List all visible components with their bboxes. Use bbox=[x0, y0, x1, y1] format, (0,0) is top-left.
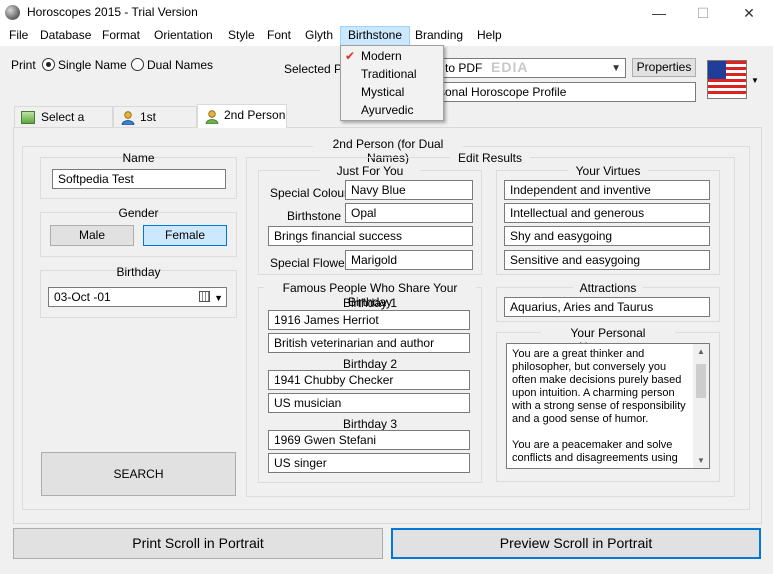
selected-printer-label: Selected Pri bbox=[284, 62, 349, 76]
birthday-label: Birthday bbox=[116, 265, 161, 279]
birthday-3-desc[interactable]: US singer bbox=[268, 453, 470, 473]
virtues-title: Your Virtues bbox=[568, 164, 648, 178]
properties-button[interactable]: Properties bbox=[632, 58, 696, 77]
special-colour-label: Special Colour bbox=[270, 186, 349, 200]
tab-1st-person[interactable]: 1st Person bbox=[113, 106, 197, 144]
scroll-up-icon[interactable]: ▲ bbox=[697, 347, 705, 356]
single-name-label[interactable]: Single Name bbox=[58, 58, 127, 72]
name-label: Name bbox=[122, 151, 155, 165]
menu-help[interactable]: Help bbox=[470, 26, 509, 46]
birthstone-traditional[interactable]: Traditional bbox=[361, 67, 417, 81]
menu-glyth[interactable]: Glyth bbox=[298, 26, 340, 46]
close-icon[interactable]: ✕ bbox=[727, 0, 771, 26]
birthday-value: 03-Oct -01 bbox=[54, 290, 111, 304]
tab-2nd-person[interactable]: 2nd Person bbox=[197, 104, 287, 128]
dual-names-label[interactable]: Dual Names bbox=[147, 58, 213, 72]
menu-database[interactable]: Database bbox=[33, 26, 98, 46]
menu-format[interactable]: Format bbox=[95, 26, 147, 46]
person-icon bbox=[205, 110, 219, 125]
menu-branding[interactable]: Branding bbox=[408, 26, 470, 46]
profile-value: sonal Horoscope Profile bbox=[439, 85, 567, 99]
horoscope-line: often make decisions purely based bbox=[512, 374, 682, 386]
edit-results-title: Edit Results bbox=[450, 151, 530, 165]
horoscope-textarea[interactable]: You are a great thinker and philosopher,… bbox=[506, 343, 710, 469]
birthstone-label: Birthstone bbox=[287, 209, 342, 223]
birthday-1-label: Birthday 1 bbox=[342, 296, 398, 310]
horoscope-scrollbar[interactable]: ▲ ▼ bbox=[693, 344, 709, 468]
birthstone-input[interactable]: Opal bbox=[345, 203, 473, 223]
menu-orientation[interactable]: Orientation bbox=[147, 26, 220, 46]
horoscope-line: philosopher, but conversely you bbox=[512, 361, 667, 373]
tab-select-style[interactable]: Select a Style bbox=[14, 106, 113, 144]
horoscope-line: You are a great thinker and bbox=[512, 348, 645, 360]
birthday-1-name[interactable]: 1916 James Herriot bbox=[268, 310, 470, 330]
birthday-2-label: Birthday 2 bbox=[342, 357, 398, 371]
male-button[interactable]: Male bbox=[50, 225, 134, 246]
birthday-2-desc[interactable]: US musician bbox=[268, 393, 470, 413]
gender-label: Gender bbox=[118, 206, 159, 220]
menu-font[interactable]: Font bbox=[260, 26, 298, 46]
chevron-down-icon[interactable]: ▼ bbox=[611, 61, 621, 76]
window-title: Horoscopes 2015 - Trial Version bbox=[27, 5, 198, 19]
horoscope-line: upon intuition. A charming person bbox=[512, 387, 675, 399]
horoscope-text: You are a great thinker and philosopher,… bbox=[512, 348, 692, 465]
image-icon bbox=[21, 111, 35, 124]
menu-birthstone[interactable]: Birthstone bbox=[340, 26, 411, 46]
birthstone-ayurvedic[interactable]: Ayurvedic bbox=[361, 103, 413, 117]
birthday-2-name[interactable]: 1941 Chubby Checker bbox=[268, 370, 470, 390]
single-name-radio[interactable] bbox=[42, 58, 55, 71]
attractions-input[interactable]: Aquarius, Aries and Taurus bbox=[504, 297, 710, 317]
search-button[interactable]: SEARCH bbox=[41, 452, 236, 496]
virtue-1[interactable]: Independent and inventive bbox=[504, 180, 710, 200]
special-flower-label: Special Flower bbox=[270, 256, 349, 270]
menu-style[interactable]: Style bbox=[221, 26, 262, 46]
attractions-title: Attractions bbox=[573, 281, 643, 295]
dual-names-radio[interactable] bbox=[131, 58, 144, 71]
scroll-down-icon[interactable]: ▼ bbox=[697, 456, 705, 465]
horoscope-line: and a good sense of humor. bbox=[512, 413, 649, 425]
birthstone-dropdown: ✔ Modern Traditional Mystical Ayurvedic bbox=[340, 45, 444, 121]
horoscope-line bbox=[512, 426, 692, 439]
printer-value: to PDF bbox=[445, 61, 483, 75]
benefit-input[interactable]: Brings financial success bbox=[268, 226, 473, 246]
softpedia-watermark: EDIA bbox=[491, 59, 529, 75]
maximize-icon[interactable]: ☐ bbox=[681, 0, 725, 26]
print-scroll-button[interactable]: Print Scroll in Portrait bbox=[13, 528, 383, 559]
preview-scroll-button[interactable]: Preview Scroll in Portrait bbox=[391, 528, 761, 559]
special-flower-input[interactable]: Marigold bbox=[345, 250, 473, 270]
horoscope-line: conflicts and disagreements using bbox=[512, 452, 678, 464]
just-for-you-title: Just For You bbox=[320, 164, 420, 178]
birthday-3-name[interactable]: 1969 Gwen Stefani bbox=[268, 430, 470, 450]
tab-2nd-person-label: 2nd Person bbox=[224, 108, 286, 122]
virtue-2[interactable]: Intellectual and generous bbox=[504, 203, 710, 223]
birthday-1-desc[interactable]: British veterinarian and author bbox=[268, 333, 470, 353]
birthstone-mystical[interactable]: Mystical bbox=[361, 85, 404, 99]
us-flag-icon[interactable] bbox=[707, 60, 747, 99]
scroll-thumb[interactable] bbox=[696, 364, 706, 398]
menu-file[interactable]: File bbox=[2, 26, 35, 46]
special-colour-input[interactable]: Navy Blue bbox=[345, 180, 473, 200]
app-globe-icon bbox=[5, 5, 20, 20]
birthday-3-label: Birthday 3 bbox=[342, 417, 398, 431]
checkmark-icon: ✔ bbox=[345, 49, 356, 63]
virtue-3[interactable]: Shy and easygoing bbox=[504, 226, 710, 246]
horoscope-line: You are a peacemaker and solve bbox=[512, 439, 673, 451]
birthday-picker[interactable]: 03-Oct -01 ▼ bbox=[48, 287, 227, 307]
flag-dropdown-icon[interactable]: ▼ bbox=[751, 76, 759, 85]
name-input[interactable]: Softpedia Test bbox=[52, 169, 226, 189]
minimize-icon[interactable]: — bbox=[637, 0, 681, 26]
chevron-down-icon[interactable]: ▼ bbox=[214, 291, 223, 306]
horoscope-line: with a strong sense of responsibility bbox=[512, 400, 686, 412]
female-button[interactable]: Female bbox=[143, 225, 227, 246]
print-label: Print bbox=[11, 58, 36, 72]
birthstone-modern[interactable]: Modern bbox=[361, 49, 402, 63]
calendar-icon[interactable] bbox=[199, 291, 210, 302]
virtue-4[interactable]: Sensitive and easygoing bbox=[504, 250, 710, 270]
person-icon bbox=[121, 111, 135, 126]
